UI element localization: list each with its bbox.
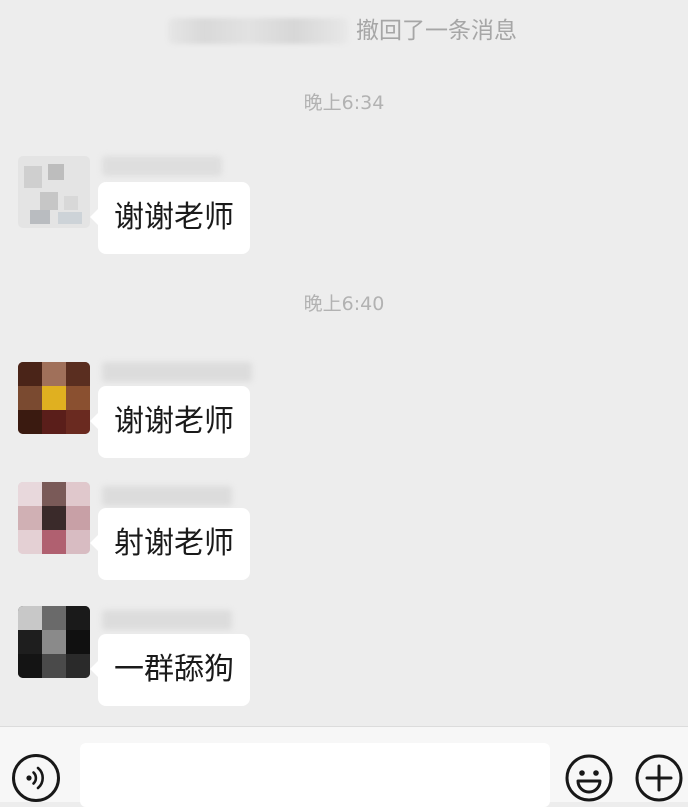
timestamp: 晚上6:34 (303, 92, 385, 114)
emoji-icon (565, 754, 613, 802)
avatar[interactable] (18, 362, 90, 434)
avatar[interactable] (18, 156, 90, 228)
avatar[interactable] (18, 482, 90, 554)
avatar[interactable] (18, 606, 90, 678)
blurred-sender-name (102, 610, 232, 630)
add-button[interactable] (634, 753, 684, 803)
chat-area: 撤回了一条消息 晚上6:34 谢谢老师 晚上6:40 谢谢老师 射谢老师 一群舔… (0, 0, 688, 726)
emoji-button[interactable] (564, 753, 614, 803)
blurred-sender-name (102, 362, 252, 382)
message-input[interactable] (80, 743, 550, 807)
message-bubble[interactable]: 一群舔狗 (90, 634, 250, 706)
recall-notice: 撤回了一条消息 (0, 14, 688, 48)
recall-notice-text: 撤回了一条消息 (356, 18, 517, 44)
message-bubble[interactable]: 谢谢老师 (90, 182, 250, 254)
message-bubble[interactable]: 射谢老师 (90, 508, 250, 580)
message-bubble[interactable]: 谢谢老师 (90, 386, 250, 458)
blurred-sender-name (168, 18, 348, 44)
timestamp: 晚上6:40 (303, 293, 385, 315)
blurred-sender-name (102, 156, 222, 176)
input-bar (0, 726, 688, 807)
plus-icon (635, 754, 683, 802)
voice-icon (26, 766, 44, 790)
voice-button[interactable] (12, 754, 60, 802)
blurred-sender-name (102, 486, 232, 506)
